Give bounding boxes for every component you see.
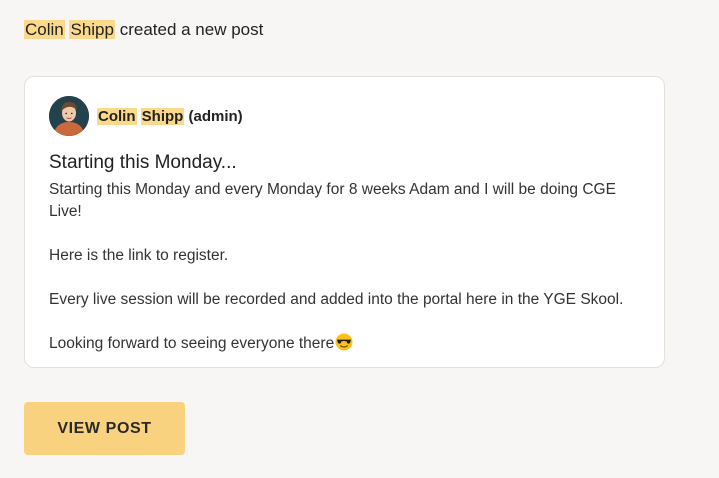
post-body: Starting this Monday and every Monday fo…	[49, 179, 649, 355]
post-card[interactable]: Colin Shipp (admin) Starting this Monday…	[24, 76, 665, 368]
post-author-role: (admin)	[188, 107, 243, 125]
view-post-button[interactable]: VIEW POST	[24, 402, 185, 455]
notification-action-text: created a new post	[119, 20, 264, 39]
post-paragraph-last: Looking forward to seeing everyone there	[49, 333, 649, 355]
author-avatar[interactable]	[49, 96, 89, 136]
post-author-first-name[interactable]: Colin	[97, 107, 137, 125]
user-avatar-icon	[49, 96, 89, 136]
sunglasses-emoji-icon	[335, 333, 353, 351]
post-paragraph: Here is the link to register.	[49, 247, 229, 264]
notification-headline: Colin Shipp created a new post	[24, 19, 263, 41]
post-paragraph: Starting this Monday and every Monday fo…	[49, 181, 616, 220]
post-paragraph-text: Looking forward to seeing everyone there	[49, 335, 335, 352]
post-author-last-name[interactable]: Shipp	[140, 107, 185, 125]
notification-author-last-name[interactable]: Shipp	[69, 20, 115, 39]
post-author-row: Colin Shipp (admin)	[49, 96, 243, 136]
notification-author-first-name[interactable]: Colin	[24, 20, 65, 39]
post-title[interactable]: Starting this Monday...	[49, 151, 237, 175]
post-author-name: Colin Shipp (admin)	[97, 107, 243, 125]
post-paragraph: Every live session will be recorded and …	[49, 291, 624, 308]
